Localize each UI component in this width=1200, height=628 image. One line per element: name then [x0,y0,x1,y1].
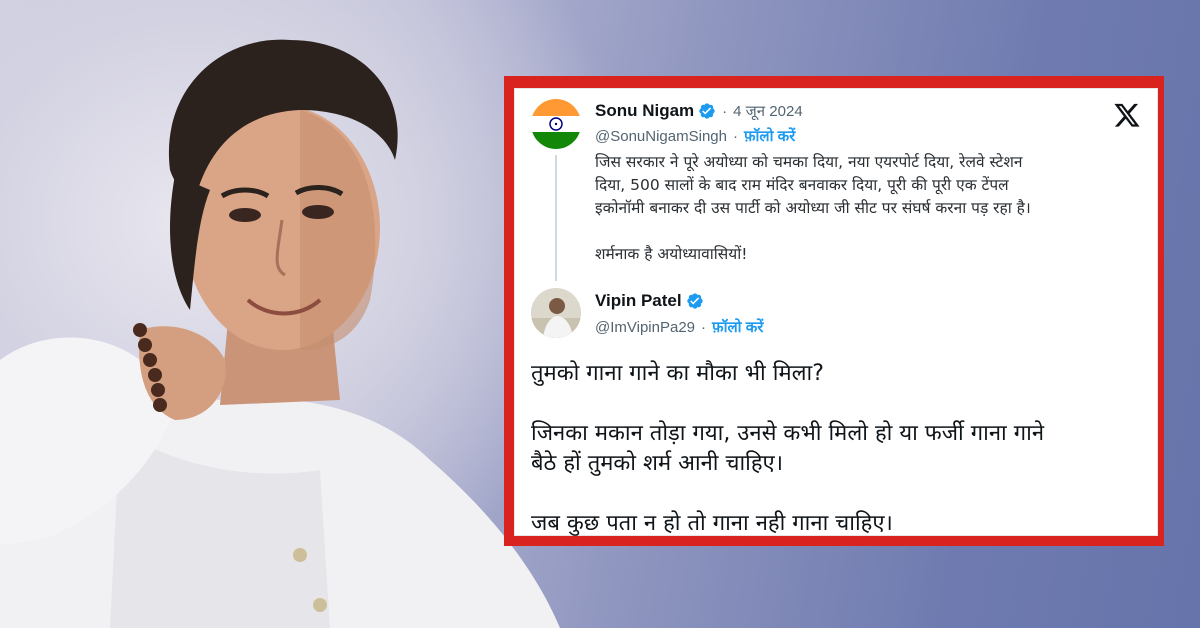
original-tweet-handle-row: @SonuNigamSingh · फ़ॉलो करें [595,126,795,146]
separator-dot: · [722,102,728,120]
tweet-card: Sonu Nigam · 4 जून 2024 @SonuNigamSingh … [514,88,1158,536]
thread-connector-line [555,155,557,281]
separator-dot: · [732,127,738,145]
reply-tweet-text: तुमको गाना गाने का मौका भी मिला? जिनका म… [531,359,1146,539]
verified-badge-icon [686,293,703,309]
author-handle[interactable]: @SonuNigamSingh [595,128,727,145]
verified-badge-icon [699,103,715,119]
author-handle[interactable]: @ImVipinPa29 [595,319,695,336]
follow-button[interactable]: फ़ॉलो करें [744,126,795,146]
tweet-text-line: शर्मनाक है अयोध्यावासियों! [595,245,748,263]
original-tweet-text: जिस सरकार ने पूरे अयोध्या को चमका दिया, … [595,151,1145,266]
separator-dot: · [701,318,707,336]
author-name[interactable]: Sonu Nigam [595,101,694,121]
tweet-text-line: जिनका मकान तोड़ा गया, उनसे कभी मिलो हो य… [531,421,1045,446]
tweet-text-line: दिया, 500 सालों के बाद राम मंदिर बनवाकर … [595,176,1009,194]
author-name[interactable]: Vipin Patel [595,291,682,311]
kurta-button [293,548,307,562]
tweet-text-line: जिस सरकार ने पूरे अयोध्या को चमका दिया, … [595,153,1023,171]
tweet-text-line: जब कुछ पता न हो तो गाना नही गाना चाहिए। [531,511,893,536]
tweet-text-line: बैठे हों तुमको शर्म आनी चाहिए। [531,451,784,476]
kurta-button [313,598,327,612]
reply-tweet-header: Vipin Patel [595,291,704,311]
tweet-text-line: तुमको गाना गाने का मौका भी मिला? [531,361,824,386]
follow-button[interactable]: फ़ॉलो करें [712,317,763,337]
tweet-text-line: इकोनॉमी बनाकर दी उस पार्टी को अयोध्या जी… [595,199,1031,217]
tweet-date[interactable]: 4 जून 2024 [733,101,803,121]
original-tweet-header: Sonu Nigam · 4 जून 2024 [595,101,803,121]
reply-tweet-handle-row: @ImVipinPa29 · फ़ॉलो करें [595,317,763,337]
india-flag-avatar[interactable] [531,99,581,149]
user-photo-avatar[interactable] [531,288,581,338]
x-logo-icon[interactable] [1113,101,1141,129]
